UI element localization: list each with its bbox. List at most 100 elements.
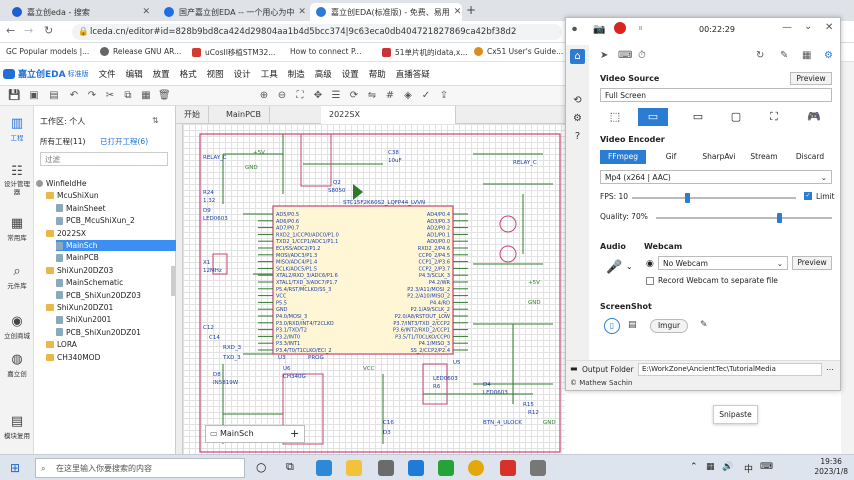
webcam-preview-button[interactable]: Preview [792,256,832,270]
close-tab-icon[interactable]: ✕ [450,7,462,17]
folder-icon[interactable]: ▣ [28,90,40,102]
close-tab-icon[interactable]: ✕ [138,7,150,17]
tab-open-projects[interactable]: 已打开工程(6) [100,136,148,147]
print-icon[interactable]: ▤ [48,90,60,102]
taskbar-clock[interactable]: 19:36 2023/1/8 [814,457,848,477]
gamepad-icon[interactable]: 🎮 [799,108,829,126]
tree-item[interactable]: ShiXun2001 [56,314,111,325]
bookmark-5[interactable]: 51单片机的idata,x... [382,47,468,58]
zoom-out-icon[interactable]: ⊖ [276,90,288,102]
ime-indicator[interactable]: 中 [744,462,753,475]
codec-select[interactable]: Mp4 (x264 | AAC) ⌄ [600,170,832,184]
menu-place[interactable]: 放置 [153,68,170,80]
cursor-icon[interactable]: ➤ [600,50,608,61]
cursor-icon[interactable]: ⬚ [600,108,630,126]
volume-icon[interactable]: 🔊 [722,462,733,472]
fit-icon[interactable]: ⛶ [294,90,306,102]
browser-tab-1[interactable]: 嘉立创eda - 搜索 ✕ [6,3,156,21]
history-icon[interactable]: ⟲ [570,93,585,108]
snipaste-popup[interactable]: Snipaste [713,405,758,424]
fps-slider[interactable] [632,197,796,199]
limit-checkbox[interactable]: ✓ [804,192,812,200]
video-tab-icon[interactable]: ⌂ [570,49,585,64]
recorder-app-icon[interactable] [530,460,546,476]
microphone-icon[interactable]: 🎤 [606,260,622,275]
tray-arrow-icon[interactable]: ⌃ [690,462,698,472]
rail-project[interactable]: ▥ 工程 [0,116,34,142]
rotate-icon[interactable]: ⟳ [348,90,360,102]
rail-design-manager[interactable]: ☷ 设计管理器 [0,164,34,196]
bookmark-4[interactable]: How to connect P... [290,47,361,56]
bookmark-3[interactable]: uCosII移植STM32... [192,47,275,58]
input-method-icon[interactable]: ⌨ [760,462,773,472]
separate-webcam-checkbox[interactable] [646,277,654,285]
window-icon[interactable]: ▢ [721,108,751,126]
tab-all-projects[interactable]: 所有工程(11) [40,136,85,147]
tree-item[interactable]: PCB_ShiXun20DZ03 [56,290,141,301]
record-button[interactable] [614,22,626,34]
copy-icon[interactable]: ⧉ [122,90,134,102]
tree-item[interactable]: ShiXun20DZ01 [46,302,113,313]
close-tab-icon[interactable]: ✕ [294,7,306,17]
cortana-icon[interactable]: ○ [256,460,266,474]
camera-icon[interactable]: ⏺ [572,24,577,35]
flip-icon[interactable]: ⇋ [366,90,378,102]
region-icon[interactable]: ⛶ [759,108,789,126]
menu-tools[interactable]: 工具 [261,68,278,80]
rail-lcsc[interactable]: ◉ 立创商城 [0,314,34,340]
wps-icon[interactable] [500,460,516,476]
add-sheet-icon[interactable]: + [290,427,299,440]
keystrokes-icon[interactable]: ⌨ [618,50,632,61]
pen-icon[interactable]: ✎ [780,50,788,61]
align-icon[interactable]: ☰ [330,90,342,102]
store-icon[interactable] [378,460,394,476]
tab-mainpcb[interactable]: MainPCB [218,106,270,124]
rail-component-lib[interactable]: ⌕ 元件库 [0,264,34,290]
bookmark-1[interactable]: GC Popular models |... [6,47,89,56]
output-folder-label[interactable]: Output Folder [582,365,634,374]
tree-item[interactable]: WinfieldHe [36,178,87,189]
layers-icon[interactable]: ◈ [402,90,414,102]
tree-item[interactable]: 2022SX [46,228,86,239]
panel-splitter[interactable] [171,266,175,296]
url-field[interactable]: 🔒 lceda.cn/editor#id=828b9bd8ca424d29804a… [72,24,562,40]
encoder-gif[interactable]: Gif [648,150,694,164]
tree-item[interactable]: PCB_ShiXun20DZ01 [56,327,141,338]
imgur-button[interactable]: Imgur [650,319,688,333]
help-icon[interactable]: ? [570,129,585,144]
menu-fabricate[interactable]: 制造 [288,68,305,80]
monitor-icon[interactable]: ▭ [638,108,668,126]
clipboard-icon[interactable]: ▤ [628,320,637,330]
workspace-label[interactable]: 工作区: 个人 [40,116,85,127]
menu-view[interactable]: 视图 [207,68,224,80]
tree-item[interactable]: MainSchematic [56,277,123,288]
undo-icon[interactable]: ↶ [68,90,80,102]
menu-help[interactable]: 帮助 [369,68,386,80]
pan-icon[interactable]: ✥ [312,90,324,102]
schematic-canvas[interactable]: STC15F2K60S2_LQFP44_LVVN AD5/P0.5 AD6/P0.… [183,124,565,454]
tree-item[interactable]: CH340MOD [46,352,100,363]
wechat-icon[interactable] [438,460,454,476]
grid-icon[interactable]: # [384,90,396,102]
menu-file[interactable]: 文件 [99,68,116,80]
reload-icon[interactable]: ↻ [44,24,53,37]
folder-icon[interactable]: ▬ [570,364,578,373]
rail-jlc[interactable]: ◍ 嘉立创 [0,352,34,378]
minimize-icon[interactable]: — [782,22,792,33]
settings-icon[interactable]: ⚙ [824,50,833,61]
quality-slider-thumb[interactable] [777,213,783,223]
browser-tab-2[interactable]: 国产嘉立创EDA -- 一个用心为中 ✕ [158,3,310,21]
encoder-stream[interactable]: Stream [744,150,784,164]
layout-icon[interactable]: ▦ [802,50,811,61]
pause-icon[interactable]: ⏸ [638,23,643,34]
tree-item[interactable]: MainSch [56,240,176,251]
paste-icon[interactable]: ▦ [140,90,152,102]
close-icon[interactable]: ✕ [825,22,833,33]
fps-slider-thumb[interactable] [684,193,690,203]
menu-design[interactable]: 设计 [234,68,251,80]
bookmark-2[interactable]: Release GNU AR... [100,47,181,56]
zoom-in-icon[interactable]: ⊕ [258,90,270,102]
rail-common-lib[interactable]: ▦ 常用库 [0,216,34,242]
edit-icon[interactable]: ✎ [700,320,708,330]
task-view-icon[interactable]: ⧉ [286,460,294,474]
